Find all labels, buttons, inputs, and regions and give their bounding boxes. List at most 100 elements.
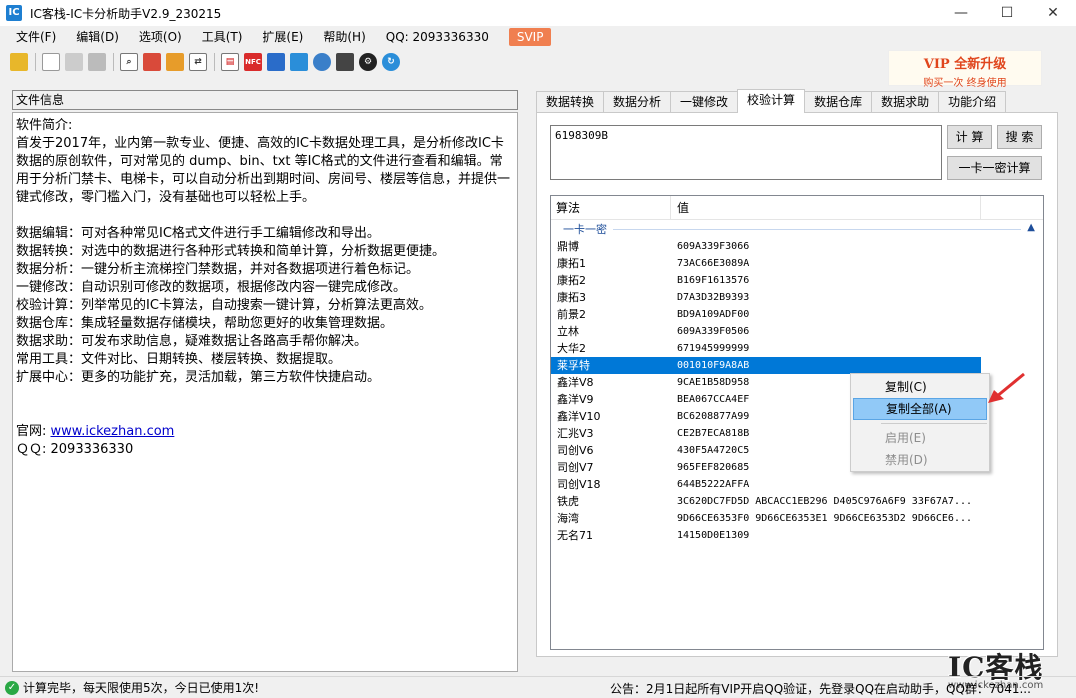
tab-one-click-modify[interactable]: 一键修改 — [670, 91, 739, 112]
toolbar: ⌕ ⇄ ▤ NFC ⚙ ↻ — [0, 50, 880, 74]
result-row[interactable]: 大华2 671945999999 — [551, 340, 1043, 357]
result-row[interactable]: 海湾 9D66CE6353F0 9D66CE6353E1 9D66CE6353D2… — [551, 510, 1043, 527]
tab-feature-intro[interactable]: 功能介绍 — [938, 91, 1007, 112]
intro-text: 首发于2017年，业内第一款专业、便捷、高效的IC卡数据处理工具，是分析修改IC… — [16, 136, 511, 205]
right-tabs: 数据转换 数据分析 一键修改 校验计算 数据仓库 数据求助 功能介绍 — [536, 89, 1007, 113]
feature-line: 数据分析：一键分析主流梯控门禁数据，并对各数据项进行着色标记。 — [16, 262, 420, 277]
calculate-button[interactable]: 计 算 — [947, 125, 992, 149]
title-bar: IC IC客栈-IC卡分析助手V2.9_230215 — ☐ ✕ — [0, 0, 1076, 26]
refresh-icon[interactable]: ↻ — [382, 53, 400, 71]
file-info-header: 文件信息 — [12, 90, 518, 110]
algorithm-value: D7A3D32B9393 — [677, 292, 750, 303]
calendar-icon[interactable] — [143, 53, 161, 71]
algorithm-value: 609A339F0506 — [677, 326, 750, 337]
file-info-panel[interactable]: 软件简介: 首发于2017年，业内第一款专业、便捷、高效的IC卡数据处理工具，是… — [12, 112, 518, 672]
calc-input[interactable]: 6198309B — [550, 125, 942, 180]
intro-title: 软件简介: — [16, 118, 73, 133]
sync-icon[interactable] — [313, 53, 331, 71]
column-header-value[interactable]: 值 — [671, 196, 981, 219]
group-label: 一卡一密 — [563, 223, 607, 236]
save-icon[interactable] — [88, 53, 106, 71]
algorithm-name: 鼎博 — [557, 240, 579, 253]
algorithm-name: 司创V6 — [557, 444, 594, 457]
result-row[interactable]: 康拓1 73AC66E3089A — [551, 255, 1043, 272]
scan-icon[interactable] — [290, 53, 308, 71]
blank-line: ​ — [16, 387, 514, 405]
minimize-button[interactable]: — — [938, 0, 984, 26]
menu-edit[interactable]: 编辑(D) — [66, 26, 129, 48]
menu-copy-all[interactable]: 复制全部(A) — [853, 398, 987, 420]
result-row[interactable]: 康拓3 D7A3D32B9393 — [551, 289, 1043, 306]
algorithm-name: 铁虎 — [557, 495, 579, 508]
algorithm-name: 海湾 — [557, 512, 579, 525]
algorithm-name: 司创V7 — [557, 461, 594, 474]
result-row[interactable]: 康拓2 B169F1613576 — [551, 272, 1043, 289]
tab-data-warehouse[interactable]: 数据仓库 — [804, 91, 873, 112]
feature-line: 数据转换：对选中的数据进行各种形式转换和简单计算，分析数据更便捷。 — [16, 244, 446, 259]
window-controls: — ☐ ✕ — [938, 0, 1076, 26]
card-reader-icon[interactable]: ▤ — [221, 53, 239, 71]
result-row[interactable]: 莱孚特 001010F9A8AB — [551, 357, 981, 374]
one-card-one-key-button[interactable]: 一卡一密计算 — [947, 156, 1042, 180]
result-row[interactable]: 司创V18 644B5222AFFA — [551, 476, 1043, 493]
tab-data-help[interactable]: 数据求助 — [871, 91, 940, 112]
result-row[interactable]: 鼎博 609A339F3066 — [551, 238, 1043, 255]
algorithm-name: 大华2 — [557, 342, 586, 355]
compare-icon[interactable]: ⇄ — [189, 53, 207, 71]
menu-copy[interactable]: 复制(C) — [851, 376, 989, 398]
algorithm-name: 汇兆V3 — [557, 427, 594, 440]
website-label: 官网: — [16, 424, 51, 439]
menu-separator — [881, 423, 987, 424]
algorithm-value: 14150D0E1309 — [677, 530, 750, 541]
result-row[interactable]: 铁虎 3C620DC7FD5D ABCACC1EB296 D405C976A6F9… — [551, 493, 1043, 510]
status-bar: ✓ 计算完毕，每天限使用5次，今日已使用1次! 公告：2月1日起所有VIP开启Q… — [0, 676, 1076, 698]
menu-extensions[interactable]: 扩展(E) — [252, 26, 313, 48]
tab-data-convert[interactable]: 数据转换 — [536, 91, 605, 112]
result-row[interactable]: 立林 609A339F0506 — [551, 323, 1043, 340]
algorithm-name: 康拓2 — [557, 274, 586, 287]
qr-code-icon[interactable] — [336, 53, 354, 71]
blank-line: ​ — [16, 405, 514, 423]
tab-checksum-calc[interactable]: 校验计算 — [737, 89, 806, 113]
maximize-button[interactable]: ☐ — [984, 0, 1030, 26]
search-button[interactable]: 搜 索 — [997, 125, 1042, 149]
algorithm-value: B169F1613576 — [677, 275, 750, 286]
close-button[interactable]: ✕ — [1030, 0, 1076, 26]
website-link[interactable]: www.ickezhan.com — [51, 424, 175, 439]
algorithm-name: 莱孚特 — [557, 359, 590, 372]
chart-icon[interactable] — [166, 53, 184, 71]
algorithm-name: 康拓1 — [557, 257, 586, 270]
algorithm-name: 司创V18 — [557, 478, 601, 491]
result-row[interactable]: 前景2 BD9A109ADF00 — [551, 306, 1043, 323]
menu-options[interactable]: 选项(O) — [129, 26, 192, 48]
nfc-icon[interactable]: NFC — [244, 53, 262, 71]
new-file-icon[interactable] — [42, 53, 60, 71]
open-folder-icon[interactable] — [10, 53, 28, 71]
collapse-caret-icon[interactable]: ▲ — [1027, 222, 1035, 233]
svip-badge[interactable]: SVIP — [508, 28, 552, 46]
menu-tools[interactable]: 工具(T) — [192, 26, 253, 48]
group-divider — [613, 228, 1021, 230]
monitor-icon[interactable] — [267, 53, 285, 71]
group-header[interactable]: 一卡一密 ▲ — [551, 220, 1043, 238]
algorithm-name: 前景2 — [557, 308, 586, 321]
feature-line: 一键修改：自动识别可修改的数据项，根据修改内容一键完成修改。 — [16, 280, 407, 295]
toolbar-separator — [35, 53, 36, 71]
column-header-algorithm[interactable]: 算法 — [551, 196, 671, 219]
toolbar-separator — [214, 53, 215, 71]
vip-upgrade-banner[interactable]: VIP 全新升级 购买一次 终身使用 — [888, 50, 1042, 89]
tab-data-analysis[interactable]: 数据分析 — [603, 91, 672, 112]
edit-icon[interactable] — [65, 53, 83, 71]
blank-line: ​ — [16, 207, 514, 225]
algorithm-name: 无名71 — [557, 529, 593, 542]
window-title: IC客栈-IC卡分析助手V2.9_230215 — [30, 6, 222, 21]
find-icon[interactable]: ⌕ — [120, 53, 138, 71]
menu-file[interactable]: 文件(F) — [6, 26, 66, 48]
result-row[interactable]: 无名71 14150D0E1309 — [551, 527, 1043, 544]
algorithm-value: 671945999999 — [677, 343, 750, 354]
menu-help[interactable]: 帮助(H) — [313, 26, 375, 48]
status-text: 计算完毕，每天限使用5次，今日已使用1次! — [23, 681, 260, 695]
algorithm-value: 9D66CE6353F0 9D66CE6353E1 9D66CE6353D2 9… — [677, 513, 973, 524]
settings-icon[interactable]: ⚙ — [359, 53, 377, 71]
annotation-arrow-icon — [988, 372, 1025, 403]
